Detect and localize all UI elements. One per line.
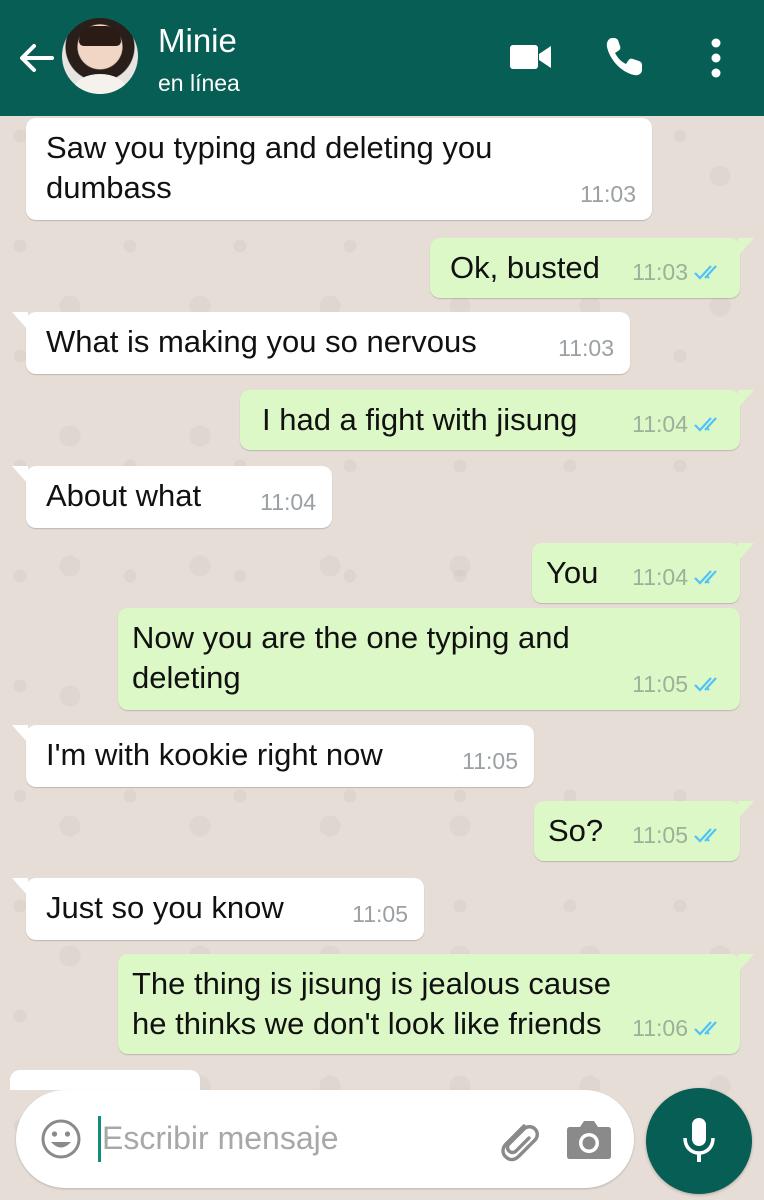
message-time: 11:04 [260, 489, 316, 515]
message-incoming[interactable]: I'm with kookie right now 11:05 [12, 725, 534, 787]
message-text: I'm with kookie right now [46, 737, 383, 772]
message-time: 11:04 [632, 411, 688, 437]
message-incoming[interactable]: What is making you so nervous 11:03 [12, 312, 630, 374]
message-time: 11:05 [352, 901, 408, 927]
phone-icon[interactable] [604, 36, 644, 83]
message-time: 11:03 [580, 181, 636, 207]
chat-header: Minie en línea [0, 0, 764, 116]
message-time: 11:03 [632, 259, 688, 285]
message-outgoing[interactable]: So? 11:05 [534, 801, 754, 861]
message-text: Saw you typing and deleting you dumbass [46, 130, 493, 205]
more-vertical-icon[interactable] [710, 38, 722, 83]
camera-icon[interactable] [566, 1118, 612, 1160]
partial-message-bubble [10, 1070, 200, 1090]
message-time: 11:03 [558, 335, 614, 361]
message-input[interactable]: Escribir mensaje [102, 1120, 339, 1157]
contact-name[interactable]: Minie [158, 22, 237, 60]
avatar[interactable] [62, 18, 138, 94]
video-camera-icon[interactable] [510, 42, 552, 77]
message-outgoing[interactable]: Ok, busted 11:03 [430, 238, 754, 298]
message-text: Now you are the one typing and deleting [132, 620, 570, 695]
message-outgoing[interactable]: You 11:04 [532, 543, 754, 603]
read-ticks-icon [694, 828, 717, 843]
message-time: 11:05 [462, 748, 518, 774]
read-ticks-icon [694, 1021, 717, 1036]
message-incoming[interactable]: About what 11:04 [12, 466, 332, 528]
message-text: What is making you so nervous [46, 324, 477, 359]
message-incoming[interactable]: Saw you typing and deleting you dumbass … [26, 118, 652, 220]
message-outgoing[interactable]: I had a fight with jisung 11:04 [240, 390, 754, 450]
read-ticks-icon [694, 265, 717, 280]
emoji-icon[interactable] [40, 1118, 82, 1160]
message-outgoing[interactable]: The thing is jisung is jealous cause he … [118, 954, 754, 1054]
mic-icon [683, 1118, 715, 1162]
back-arrow-icon[interactable] [16, 38, 56, 78]
message-time: 11:05 [632, 822, 688, 848]
message-time: 11:04 [632, 564, 688, 590]
message-time: 11:06 [632, 1015, 688, 1041]
mic-button[interactable] [646, 1088, 752, 1194]
read-ticks-icon [694, 570, 717, 585]
read-ticks-icon [694, 417, 717, 432]
message-text: The thing is jisung is jealous cause he … [132, 966, 612, 1041]
message-outgoing[interactable]: Now you are the one typing and deleting … [118, 608, 740, 710]
contact-status: en línea [158, 70, 240, 96]
message-time: 11:05 [632, 671, 688, 697]
message-composer[interactable]: Escribir mensaje [16, 1090, 634, 1188]
attach-icon[interactable] [494, 1116, 542, 1164]
message-incoming[interactable]: Just so you know 11:05 [12, 878, 424, 940]
read-ticks-icon [694, 677, 717, 692]
text-cursor [98, 1116, 101, 1162]
